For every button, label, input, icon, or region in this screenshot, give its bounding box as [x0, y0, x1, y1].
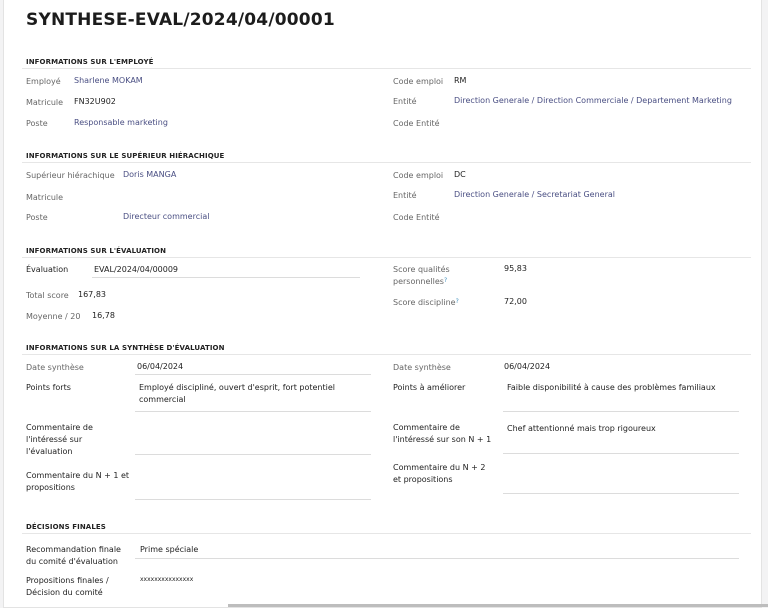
total-score-value: 167,83: [78, 290, 106, 299]
commentaire-n2-label: Commentaire du N + 2 et propositions: [393, 463, 486, 484]
superieur-poste-label: Poste: [26, 213, 48, 222]
matricule-label: Matricule: [26, 98, 64, 107]
commentaire-interesse-field[interactable]: [135, 454, 371, 455]
points-forts-label: Points forts: [26, 383, 71, 392]
points-ameliorer-underline: [503, 411, 739, 412]
section-decisions-title: DÉCISIONS FINALES: [26, 523, 106, 531]
section-employee-title: INFORMATIONS SUR L'EMPLOYÉ: [26, 58, 154, 66]
section-divider: [22, 257, 751, 258]
moyenne-value: 16,78: [92, 311, 115, 320]
superieur-code-emploi-value: DC: [454, 170, 466, 179]
superieur-link[interactable]: Doris MANGA: [123, 170, 176, 179]
propositions-field[interactable]: xxxxxxxxxxxxxxx: [140, 576, 193, 583]
help-icon[interactable]: ?: [456, 298, 459, 305]
superieur-entite-link[interactable]: Direction Generale / Secretariat General: [454, 190, 615, 199]
date-synthese-underline: [135, 374, 371, 375]
superieur-poste-link[interactable]: Directeur commercial: [123, 212, 209, 221]
help-icon[interactable]: ?: [444, 277, 447, 284]
moyenne-label: Moyenne / 20: [26, 312, 81, 321]
date-synthese-2-value: 06/04/2024: [504, 362, 551, 371]
recommandation-label: Recommandation finale du comité d'évalua…: [26, 545, 121, 566]
entite-label: Entité: [393, 97, 417, 106]
propositions-label: Propositions finales / Décision du comit…: [26, 576, 109, 597]
section-synthese-title: INFORMATIONS SUR LA SYNTHÈSE D'ÉVALUATIO…: [26, 344, 225, 352]
section-evaluation-title: INFORMATIONS SUR L'ÉVALUATION: [26, 247, 167, 255]
points-forts-field[interactable]: Employé discipliné, ouvert d'esprit, for…: [139, 382, 364, 406]
superieur-entite-label: Entité: [393, 191, 417, 200]
code-entite-label: Code Entité: [393, 119, 440, 128]
poste-label: Poste: [26, 119, 48, 128]
code-emploi-value: RM: [454, 76, 467, 85]
date-synthese-2-label: Date synthèse: [393, 363, 451, 372]
commentaire-n1-interesse-field[interactable]: Chef attentionné mais trop rigoureux: [507, 424, 656, 433]
recommandation-underline: [135, 558, 739, 559]
points-forts-underline: [135, 411, 371, 412]
qualites-value: 95,83: [504, 264, 527, 273]
date-synthese-field[interactable]: 06/04/2024: [137, 362, 183, 371]
commentaire-n1-field[interactable]: [135, 499, 371, 500]
points-ameliorer-label: Points à améliorer: [393, 383, 466, 392]
code-emploi-label: Code emploi: [393, 77, 444, 86]
section-divider: [22, 68, 751, 69]
section-superior-title: INFORMATIONS SUR LE SUPÉRIEUR HIÉRACHIQU…: [26, 152, 225, 160]
evaluation-field[interactable]: EVAL/2024/04/00009: [94, 265, 178, 274]
qualites-label-line1: Score qualités: [393, 265, 450, 274]
total-score-label: Total score: [26, 291, 69, 300]
section-divider: [22, 162, 751, 163]
date-synthese-label: Date synthèse: [26, 363, 84, 372]
evaluation-field-underline: [92, 277, 360, 278]
discipline-label: Score discipline?: [393, 298, 459, 307]
commentaire-n1-interesse-underline: [503, 453, 739, 454]
commentaire-n1-label: Commentaire du N + 1 et propositions: [26, 471, 130, 492]
superieur-code-entite-label: Code Entité: [393, 213, 440, 222]
matricule-value: FN32U902: [74, 97, 116, 106]
poste-link[interactable]: Responsable marketing: [74, 118, 168, 127]
commentaire-n1-interesse-label: Commentaire de l'intéressé sur son N + 1: [393, 423, 492, 444]
qualites-label-line2: personnelles?: [393, 277, 448, 286]
record-title: SYNTHESE-EVAL/2024/04/00001: [26, 10, 335, 30]
superieur-matricule-label: Matricule: [26, 193, 64, 202]
section-divider: [22, 533, 751, 534]
employee-label: Employé: [26, 77, 61, 86]
commentaire-n2-field[interactable]: [503, 493, 739, 494]
entite-link[interactable]: Direction Generale / Direction Commercia…: [454, 96, 732, 105]
superieur-label: Supérieur hiérachique: [26, 171, 115, 180]
form-sheet: SYNTHESE-EVAL/2024/04/00001 INFORMATIONS…: [3, 0, 762, 608]
section-divider: [22, 354, 751, 355]
evaluation-label: Évaluation: [26, 265, 69, 274]
commentaire-interesse-label: Commentaire de l'intéressé sur l'évaluat…: [26, 423, 93, 456]
points-ameliorer-field[interactable]: Faible disponibilité à cause des problèm…: [507, 383, 716, 392]
superieur-code-emploi-label: Code emploi: [393, 171, 444, 180]
employee-link[interactable]: Sharlene MOKAM: [74, 76, 143, 85]
recommandation-field[interactable]: Prime spéciale: [140, 545, 198, 554]
discipline-value: 72,00: [504, 297, 527, 306]
